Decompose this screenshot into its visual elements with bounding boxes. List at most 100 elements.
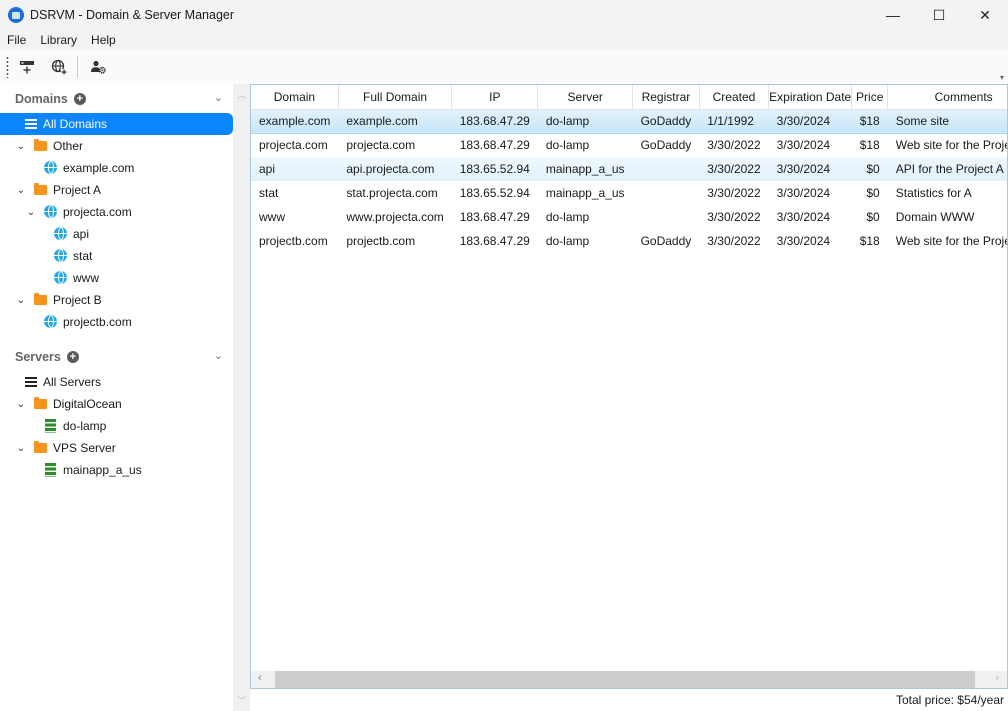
column-header-created[interactable]: Created <box>699 85 770 110</box>
cell-registrar <box>633 181 700 205</box>
chevron-down-icon[interactable]: ⌄ <box>214 349 223 362</box>
sidebar-scrollbar[interactable]: ︿ ﹀ <box>233 84 250 711</box>
column-header-domain[interactable]: Domain <box>251 85 339 110</box>
tree-label: do-lamp <box>63 419 107 433</box>
tree-group-digitalocean[interactable]: ⌄ DigitalOcean <box>0 393 233 415</box>
maximize-button[interactable]: ☐ <box>916 0 962 30</box>
cell-expiration-date: 3/30/2024 <box>768 108 852 134</box>
toolbar-grip[interactable] <box>6 56 9 78</box>
tree-label: projecta.com <box>63 205 132 219</box>
menu-library[interactable]: Library <box>33 33 84 47</box>
tree-item-subdomain[interactable]: api <box>0 223 233 245</box>
column-header-expiration-date[interactable]: Expiration Date <box>768 85 853 110</box>
tree-item-domain[interactable]: example.com <box>0 157 233 179</box>
cell-server: do-lamp <box>545 138 590 153</box>
chevron-down-icon[interactable]: ⌄ <box>26 207 36 218</box>
cell-ip: 183.65.52.94 <box>459 186 530 200</box>
scroll-left-icon[interactable]: ‹ <box>258 672 262 684</box>
server-plus-icon <box>20 61 34 74</box>
scroll-up-icon[interactable]: ︿ <box>237 88 246 101</box>
globe-icon <box>54 227 67 240</box>
window-title: DSRVM - Domain & Server Manager <box>30 8 235 22</box>
menu-help[interactable]: Help <box>84 33 123 47</box>
add-server-button[interactable] <box>13 54 41 80</box>
chevron-down-icon[interactable]: ⌄ <box>16 443 26 454</box>
app-icon <box>8 7 24 23</box>
domains-table: Domain Full Domain IP Server Registrar Create… <box>251 85 1007 253</box>
close-button[interactable]: ✕ <box>962 0 1008 30</box>
tree-group-vps-server[interactable]: ⌄ VPS Server <box>0 437 233 459</box>
folder-icon <box>34 293 47 305</box>
servers-section-header[interactable]: Servers + ⌄ <box>0 344 233 370</box>
chevron-down-icon[interactable]: ⌄ <box>214 91 223 104</box>
table-row[interactable]: example.com example.com 183.68.47.29 do-lam… <box>251 108 1007 134</box>
chevron-down-icon[interactable]: ⌄ <box>16 141 26 152</box>
add-domain-icon[interactable]: + <box>73 93 86 105</box>
cell-full-domain: stat.projecta.com <box>346 186 438 200</box>
menu-bar: File Library Help <box>0 30 1008 50</box>
cell-domain: stat <box>259 186 279 200</box>
cell-registrar: GoDaddy <box>640 234 692 248</box>
user-settings-button[interactable] <box>84 54 112 80</box>
cell-comments: API for the Project A <box>887 157 1007 181</box>
column-header-price[interactable]: Price <box>851 85 889 110</box>
scroll-right-icon[interactable]: › <box>995 672 999 684</box>
toolbar-overflow-button[interactable]: ▾ <box>1000 73 1004 82</box>
column-header-server[interactable]: Server <box>537 85 634 110</box>
cell-price: $18 <box>859 138 880 153</box>
scroll-down-icon[interactable]: ﹀ <box>237 694 246 707</box>
tree-group-project-b[interactable]: ⌄ Project B <box>0 289 233 311</box>
server-icon <box>45 463 56 477</box>
globe-icon <box>54 271 67 284</box>
tree-group-other[interactable]: ⌄ Other <box>0 135 233 157</box>
cell-full-domain: example.com <box>338 108 452 134</box>
cell-created: 3/30/2022 <box>707 234 761 248</box>
tree-label: stat <box>73 249 93 263</box>
folder-icon <box>34 183 47 195</box>
cell-server: do-lamp <box>545 234 590 248</box>
cell-expiration-date: 3/30/2024 <box>776 210 831 224</box>
globe-icon <box>44 161 57 174</box>
chevron-down-icon[interactable]: ⌄ <box>16 185 26 196</box>
table-row[interactable]: api api.projecta.com 183.65.52.94 mainapp_a… <box>251 157 1007 181</box>
domains-section-header[interactable]: Domains + ⌄ <box>0 86 233 112</box>
server-icon <box>45 419 56 433</box>
chevron-down-icon[interactable]: ⌄ <box>16 295 26 306</box>
tree-item-server[interactable]: mainapp_a_us <box>0 459 233 481</box>
window-controls: — ☐ ✕ <box>870 0 1008 30</box>
cell-expiration-date: 3/30/2024 <box>768 157 852 181</box>
tree-item-subdomain[interactable]: stat <box>0 245 233 267</box>
tree-item-subdomain[interactable]: www <box>0 267 233 289</box>
cell-expiration-date: 3/30/2024 <box>776 138 831 153</box>
cell-server: mainapp_a_us <box>545 186 625 200</box>
cell-price: $18 <box>859 234 880 248</box>
tree-item-domain[interactable]: projectb.com <box>0 311 233 333</box>
sidebar-item-all-servers[interactable]: All Servers <box>0 371 233 393</box>
globe-icon <box>44 315 57 328</box>
table-row[interactable]: projecta.com projecta.com 183.68.47.29 do-l… <box>251 133 1007 157</box>
cell-domain: api <box>251 157 339 181</box>
column-header-comments[interactable]: Comments <box>887 85 1007 110</box>
sidebar-item-all-domains[interactable]: All Domains <box>0 113 233 135</box>
column-header-full-domain[interactable]: Full Domain <box>338 85 453 110</box>
minimize-button[interactable]: — <box>870 0 916 30</box>
horizontal-scrollbar[interactable]: ‹ › <box>251 671 1007 688</box>
chevron-down-icon[interactable]: ⌄ <box>16 399 26 410</box>
column-header-registrar[interactable]: Registrar <box>632 85 700 110</box>
tree-label: Other <box>53 139 84 153</box>
column-header-ip[interactable]: IP <box>451 85 539 110</box>
cell-server: mainapp_a_us <box>537 157 633 181</box>
folder-icon <box>34 397 47 409</box>
add-domain-button[interactable] <box>45 54 73 80</box>
table-row[interactable]: stat stat.projecta.com 183.65.52.94 mainapp… <box>251 181 1007 205</box>
tree-item-domain[interactable]: ⌄ projecta.com <box>0 201 233 223</box>
table-row[interactable]: projectb.com projectb.com 183.68.47.29 do-l… <box>251 229 1007 253</box>
folder-icon <box>34 441 47 453</box>
table-row[interactable]: www www.projecta.com 183.68.47.29 do-lamp 3/… <box>251 205 1007 229</box>
toolbar-separator <box>77 56 78 78</box>
scrollbar-thumb[interactable] <box>275 671 975 688</box>
add-server-icon[interactable]: + <box>66 351 79 363</box>
tree-item-server[interactable]: do-lamp <box>0 415 233 437</box>
menu-file[interactable]: File <box>0 33 33 47</box>
tree-group-project-a[interactable]: ⌄ Project A <box>0 179 233 201</box>
